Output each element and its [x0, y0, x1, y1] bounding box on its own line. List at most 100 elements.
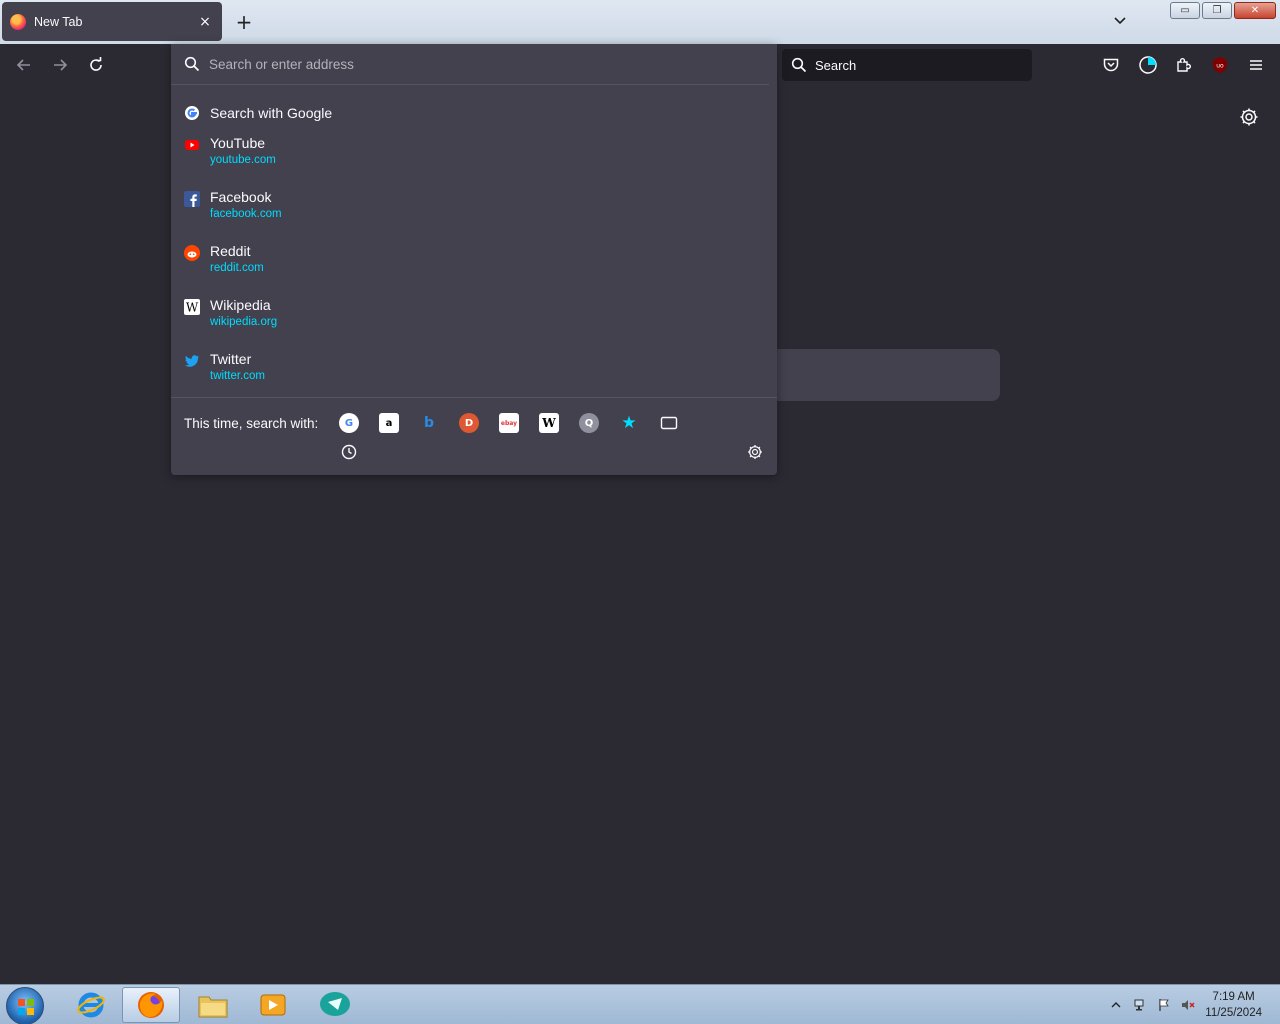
one-off-search-bar: This time, search with: G a b D ebay W Q… — [171, 397, 777, 460]
taskbar-media-player[interactable] — [244, 987, 302, 1023]
result-youtube[interactable]: YouTube youtube.com — [171, 133, 777, 187]
engine-wikipedia-button[interactable]: W — [539, 413, 559, 433]
wikipedia-icon: W — [542, 416, 556, 430]
result-title: Twitter — [210, 351, 252, 367]
tabs-icon — [660, 416, 678, 430]
reddit-icon — [184, 245, 200, 261]
system-clock[interactable]: 7:19 AM 11/25/2024 — [1205, 989, 1262, 1021]
search-bar[interactable]: Search — [782, 49, 1032, 81]
newtab-search-field[interactable] — [760, 349, 1000, 401]
result-url: wikipedia.org — [210, 316, 278, 328]
puzzle-icon — [1177, 58, 1191, 72]
forward-arrow-icon — [54, 59, 68, 71]
magnifier-icon: Q — [584, 417, 594, 429]
hamburger-menu-icon — [1250, 60, 1262, 70]
newtab-settings-button[interactable] — [1238, 106, 1260, 128]
engine-google-button[interactable]: G — [339, 413, 359, 433]
windows-logo-icon — [18, 999, 34, 1015]
one-off-label: This time, search with: — [184, 416, 319, 431]
forward-button[interactable] — [47, 52, 73, 78]
twitter-icon — [185, 355, 199, 367]
engine-amazon-button[interactable]: a — [379, 413, 399, 433]
engine-ebay-button[interactable]: ebay — [499, 413, 519, 433]
app-menu-button[interactable] — [1245, 54, 1267, 76]
history-search-button[interactable] — [339, 442, 359, 462]
taskbar-app[interactable] — [306, 987, 364, 1023]
chevron-down-icon — [1114, 17, 1126, 25]
network-icon[interactable] — [1133, 998, 1147, 1012]
maximize-button[interactable]: ❐ — [1202, 2, 1232, 19]
engine-search-button[interactable]: Q — [579, 413, 599, 433]
firefox-icon — [10, 13, 26, 30]
result-url: reddit.com — [210, 262, 264, 274]
result-url: youtube.com — [210, 154, 276, 166]
ublock-button[interactable]: uo — [1209, 54, 1231, 76]
svg-text:uo: uo — [1216, 63, 1224, 70]
list-all-tabs-button[interactable] — [1110, 12, 1130, 30]
google-icon: G — [344, 417, 354, 429]
start-button[interactable] — [6, 987, 44, 1024]
reload-button[interactable] — [83, 52, 109, 78]
engine-bing-button[interactable]: b — [419, 413, 439, 433]
result-title: YouTube — [210, 135, 266, 151]
result-twitter[interactable]: Twitter twitter.com — [171, 349, 777, 403]
result-url: facebook.com — [210, 208, 282, 220]
search-icon — [184, 56, 200, 72]
clock-date: 11/25/2024 — [1205, 1007, 1262, 1019]
search-engine-list: G a b D ebay W Q ★ — [339, 413, 679, 433]
result-facebook[interactable]: Facebook facebook.com — [171, 187, 777, 241]
engine-duckduckgo-button[interactable]: D — [459, 413, 479, 433]
gear-icon — [1240, 108, 1258, 126]
volume-muted-icon[interactable] — [1181, 998, 1195, 1012]
google-icon — [185, 106, 199, 120]
amazon-icon: a — [385, 417, 393, 429]
gear-icon — [748, 445, 762, 459]
urlbar-input-row — [171, 44, 769, 85]
tab-title: New Tab — [34, 14, 83, 29]
reload-icon — [90, 57, 102, 71]
urlbar-input[interactable] — [209, 56, 729, 72]
back-button[interactable] — [11, 52, 37, 78]
minimize-button[interactable]: ▭ — [1170, 2, 1200, 19]
facebook-icon — [184, 191, 200, 207]
account-button[interactable] — [1137, 54, 1159, 76]
taskbar-firefox[interactable] — [122, 987, 180, 1023]
bing-icon: b — [423, 415, 435, 431]
ebay-icon: ebay — [500, 419, 518, 427]
wikipedia-icon: W — [184, 299, 200, 315]
bookmarks-search-button[interactable]: ★ — [619, 413, 639, 433]
clock-time: 7:19 AM — [1212, 991, 1255, 1003]
taskbar-internet-explorer[interactable] — [62, 987, 120, 1023]
result-search-google[interactable]: Search with Google — [171, 93, 777, 133]
result-title: Reddit — [210, 243, 251, 259]
pocket-icon — [1103, 58, 1119, 72]
tabs-search-button[interactable] — [659, 413, 679, 433]
urlbar-dropdown: Search with Google YouTube youtube.com F… — [171, 44, 777, 475]
pocket-button[interactable] — [1100, 54, 1122, 76]
media-player-icon — [260, 994, 286, 1016]
youtube-icon — [185, 140, 199, 150]
ublock-origin-icon: uo — [1213, 57, 1227, 73]
new-tab-button[interactable]: + — [234, 10, 254, 34]
close-window-button[interactable]: ✕ — [1234, 2, 1276, 19]
show-hidden-icons-icon[interactable] — [1109, 998, 1123, 1012]
taskbar-file-explorer[interactable] — [184, 987, 242, 1023]
folder-icon — [198, 996, 228, 1018]
search-settings-button[interactable] — [745, 442, 765, 462]
svg-text:W: W — [186, 301, 199, 315]
tab-close-button[interactable]: × — [196, 14, 214, 30]
action-center-flag-icon[interactable] — [1157, 998, 1171, 1012]
firefox-icon — [138, 992, 164, 1018]
chat-bubble-icon — [320, 992, 350, 1016]
taskbar: 7:19 AM 11/25/2024 — [0, 984, 1280, 1024]
result-title: Search with Google — [210, 105, 333, 121]
result-wikipedia[interactable]: W Wikipedia wikipedia.org — [171, 295, 777, 349]
result-reddit[interactable]: Reddit reddit.com — [171, 241, 777, 295]
clock-icon — [341, 444, 357, 460]
tab-new-tab[interactable]: New Tab × — [2, 2, 222, 41]
account-icon — [1139, 56, 1157, 74]
search-icon — [791, 57, 807, 73]
urlbar-results: Search with Google YouTube youtube.com F… — [171, 85, 777, 403]
back-arrow-icon — [16, 59, 30, 71]
extensions-button[interactable] — [1173, 54, 1195, 76]
